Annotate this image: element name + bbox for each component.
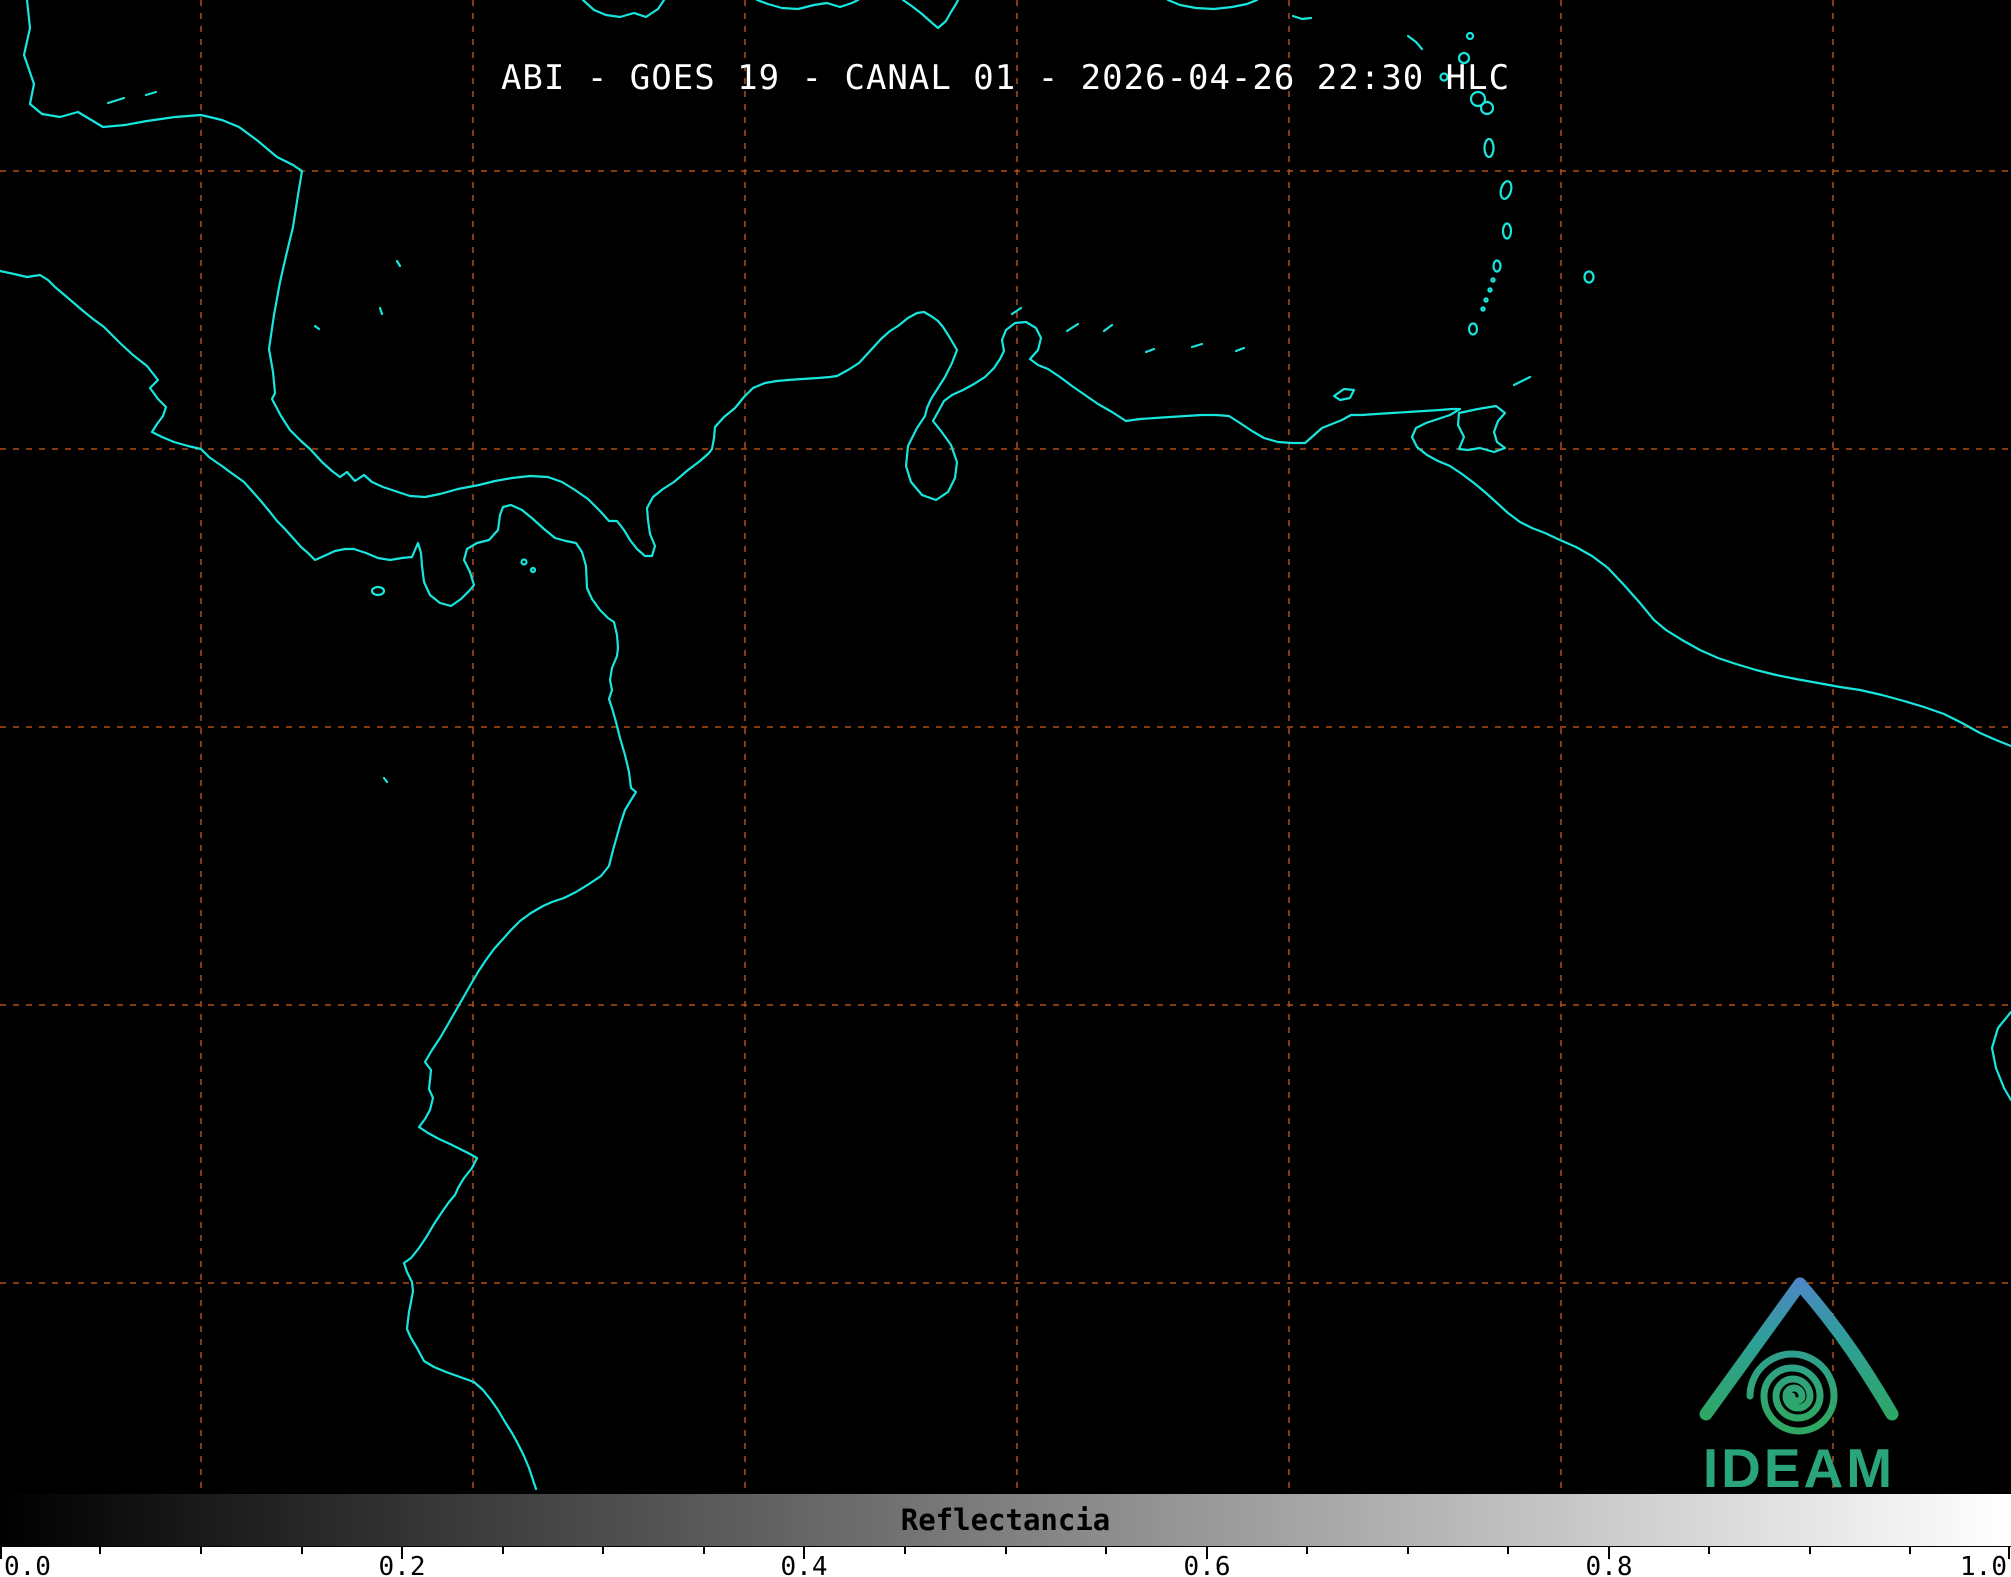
ideam-logo-text: IDEAM — [1703, 1437, 1895, 1494]
satellite-map: IDEAM — [0, 0, 2011, 1494]
colorbar-tick-label: 0.4 — [781, 1552, 828, 1577]
coast-haiti-tiburon — [757, 0, 858, 9]
island-pearl-2 — [531, 568, 535, 572]
island-los-roques-1 — [1146, 349, 1154, 352]
island-barbuda — [1467, 33, 1473, 39]
colorbar-tick-label: 0.2 — [379, 1552, 426, 1577]
island-st-vincent — [1494, 261, 1501, 272]
island-dominica — [1485, 139, 1494, 157]
island-grenadine-2 — [1488, 288, 1491, 291]
ideam-logo-mountain-right — [1800, 1284, 1892, 1414]
graticule-layer — [0, 0, 2011, 1494]
island-curacao — [1067, 324, 1078, 331]
coast-barahona — [903, 0, 958, 28]
colorbar: Reflectancia — [0, 1494, 2011, 1547]
island-group-west-caribbean — [108, 92, 400, 329]
island-grenada — [1469, 324, 1477, 335]
island-grenadine-4 — [1481, 307, 1484, 310]
island-st-croix — [1293, 16, 1311, 19]
island-san-andres — [380, 308, 382, 314]
colorbar-tick-label: 1.0 — [1960, 1552, 2007, 1577]
island-tobago — [1514, 377, 1530, 385]
coastline-layer — [0, 0, 2011, 1489]
satellite-image-viewport: IDEAM ABI - GOES 19 - CANAL 01 - 2026-04… — [0, 0, 2011, 1577]
island-corn — [315, 326, 319, 329]
island-barbados — [1585, 272, 1594, 283]
island-providencia — [397, 261, 400, 266]
island-coiba — [372, 587, 384, 595]
ideam-logo-spiral — [1750, 1354, 1834, 1431]
island-st-kitts — [1408, 36, 1422, 49]
colorbar-tick-label: 0.6 — [1184, 1552, 1231, 1577]
island-guanaja — [146, 92, 156, 95]
image-title: ABI - GOES 19 - CANAL 01 - 2026-04-26 22… — [501, 58, 1510, 98]
ideam-logo: IDEAM — [1703, 1284, 1895, 1494]
graticule-lines — [0, 0, 2011, 1494]
coast-jamaica — [583, 0, 664, 17]
colorbar-tick-label: 0.0 — [4, 1552, 51, 1577]
island-la-orchila — [1236, 348, 1244, 351]
colorbar-tick-marks — [0, 1547, 2011, 1561]
colorbar-label: Reflectancia — [0, 1494, 2011, 1546]
island-st-lucia — [1503, 224, 1511, 239]
island-bonaire — [1104, 325, 1112, 331]
island-malpelo — [384, 778, 387, 782]
island-pearl-1 — [522, 560, 527, 565]
colorbar-axis: 0.0 0.2 0.4 0.6 0.8 1.0 — [0, 1547, 2011, 1577]
coast-caribbean-mainland — [24, 0, 2011, 746]
island-martinique — [1499, 180, 1513, 200]
colorbar-tick-label: 0.8 — [1586, 1552, 1633, 1577]
island-group-pacific — [372, 560, 535, 783]
island-grenadine-3 — [1484, 298, 1487, 301]
island-guadeloupe-e — [1481, 102, 1493, 114]
island-margarita — [1334, 389, 1354, 400]
island-roatan — [108, 98, 124, 103]
island-grenadine-1 — [1491, 278, 1494, 281]
island-los-roques-2 — [1192, 344, 1202, 347]
coast-pacific-mainland — [0, 271, 636, 1489]
island-group-venezuela — [1012, 308, 1354, 400]
coast-amapa — [1992, 1012, 2011, 1100]
island-trinidad — [1458, 406, 1505, 452]
coast-puerto-rico — [1168, 0, 1257, 9]
